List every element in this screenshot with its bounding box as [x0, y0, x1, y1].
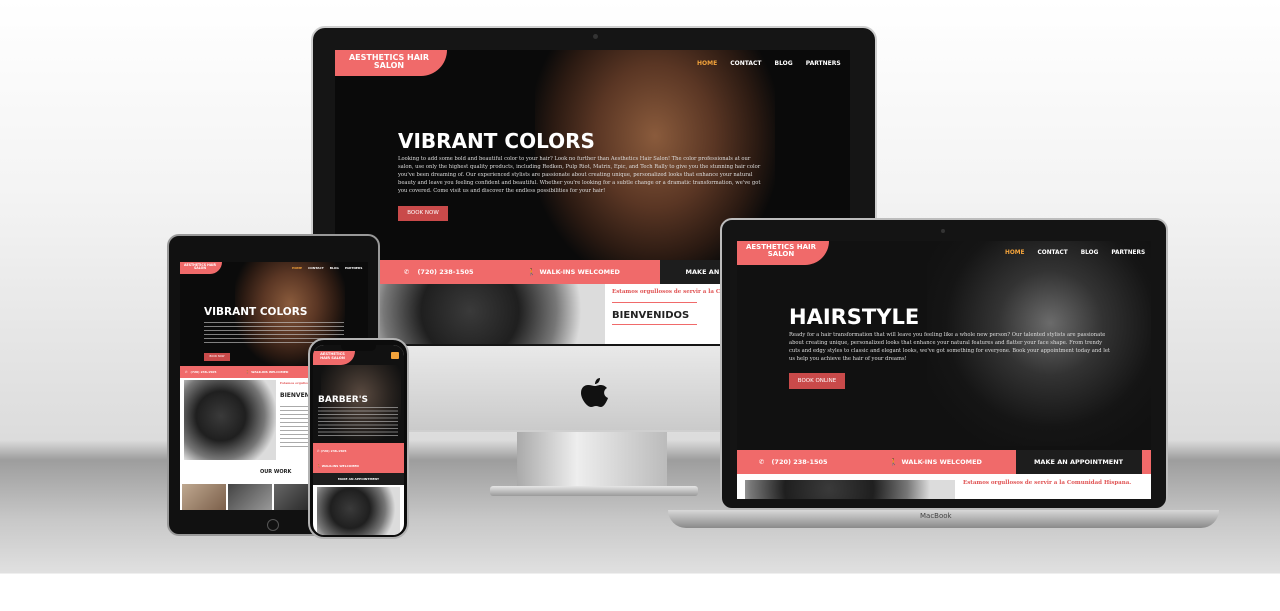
book-now-button[interactable]: BOOK NOW [204, 353, 230, 361]
phone-notch [341, 345, 376, 351]
welcome-divider [612, 302, 697, 303]
nav-partners[interactable]: PARTNERS [806, 60, 841, 67]
walking-person-icon: 🚶 [527, 268, 536, 276]
site-logo[interactable]: AESTHETICS HAIR SALON [335, 50, 447, 76]
nav-contact[interactable]: CONTACT [1038, 250, 1068, 256]
walkins-label: WALK-INS WELCOMED [321, 463, 359, 468]
laptop-camera [941, 229, 945, 233]
phone-icon: ✆ [185, 370, 188, 374]
site-logo[interactable]: AESTHETICS HAIR SALON [180, 262, 222, 274]
welcome-heading: BIENVENIDOS [612, 310, 690, 321]
nav-blog[interactable]: BLOG [775, 60, 793, 67]
nav-home[interactable]: HOME [1005, 250, 1025, 256]
nav-blog[interactable]: BLOG [1081, 250, 1099, 256]
walking-person-icon: 🚶 [245, 370, 250, 374]
welcome-divider-2 [612, 324, 697, 325]
monitor-base [490, 486, 698, 496]
site-logo[interactable]: AESTHETICS HAIR SALON [737, 241, 829, 265]
appointment-button[interactable]: MAKE AN APPOINTMENT [313, 473, 404, 485]
hero-title: VIBRANT COLORS [204, 306, 308, 318]
tablet-home-button [267, 519, 279, 531]
walkins-label: WALK-INS WELCOMED [251, 370, 289, 374]
nav-home[interactable]: HOME [292, 266, 302, 270]
walkins-label: WALK-INS WELCOMED [901, 458, 982, 466]
gallery-image-2[interactable] [228, 484, 272, 510]
phone-icon: ✆ [759, 458, 765, 466]
phone-number[interactable]: (720) 238-1505 [771, 458, 889, 466]
welcome-image [184, 380, 276, 460]
nav-partners[interactable]: PARTNERS [1111, 250, 1145, 256]
hero-title: BARBER'S [318, 395, 368, 405]
our-work-heading: OUR WORK [260, 469, 292, 475]
phone-screen: AESTHETICS HAIR SALON BARBER'S ✆ (720) 2… [313, 345, 404, 535]
phone-number[interactable]: (720) 238-1505 [191, 370, 246, 374]
nav-partners[interactable]: PARTNERS [345, 266, 363, 270]
welcome-image [317, 487, 400, 535]
hamburger-menu-icon[interactable] [391, 352, 399, 359]
gallery-image-1[interactable] [182, 484, 226, 510]
hero-description: Ready for a hair transformation that wil… [789, 332, 1111, 363]
nav-home[interactable]: HOME [697, 60, 717, 67]
walkins-label: WALK-INS WELCOMED [539, 268, 620, 276]
laptop-brand: MacBook [920, 512, 952, 520]
main-nav: HOME CONTACT BLOG PARTNERS [292, 266, 362, 270]
main-nav: HOME CONTACT BLOG PARTNERS [1005, 250, 1145, 256]
book-online-button[interactable]: BOOK ONLINE [789, 373, 845, 389]
main-nav: HOME CONTACT BLOG PARTNERS [697, 60, 841, 67]
welcome-spanish: Estamos orgullosos de servir a la Comu [612, 289, 734, 295]
appointment-button[interactable]: MAKE AN APPOINTMENT [1015, 450, 1142, 474]
book-now-button[interactable]: BOOK NOW [398, 206, 448, 221]
welcome-section: Estamos orgullosos de servir a la Comuni… [737, 474, 1151, 499]
welcome-spanish: Estamos orgullosos de servir a la Comuni… [963, 480, 1132, 486]
hero-description: Looking to add some bold and beautiful c… [398, 156, 761, 195]
hero-description-lines [318, 407, 398, 437]
welcome-image [380, 284, 605, 344]
apple-logo-icon [581, 378, 609, 410]
monitor-camera [593, 34, 598, 39]
phone-number[interactable]: (720) 238-1505 [321, 449, 347, 453]
hero-title: HAIRSTYLE [789, 305, 920, 329]
nav-contact[interactable]: CONTACT [308, 266, 324, 270]
phone-icon: ✆ [404, 268, 410, 276]
welcome-text-lines [280, 406, 310, 450]
phone-row[interactable]: ✆ (720) 238-1505 [317, 449, 346, 453]
phone-number[interactable]: (720) 238-1505 [417, 268, 527, 276]
monitor-stand [517, 432, 667, 488]
walking-person-icon: 🚶 [889, 458, 898, 466]
walkins-row: 🚶 WALK-INS WELCOMED [317, 464, 359, 468]
laptop-screen: AESTHETICS HAIR SALON HOME CONTACT BLOG … [737, 241, 1151, 499]
welcome-image [745, 480, 955, 499]
nav-contact[interactable]: CONTACT [730, 60, 761, 67]
info-strip: ✆ (720) 238-1505 🚶 WALK-INS WELCOMED [313, 443, 404, 473]
hero-title: VIBRANT COLORS [398, 129, 595, 153]
info-strip: ✆ (720) 238-1505 🚶 WALK-INS WELCOMED MAK… [737, 450, 1151, 474]
nav-blog[interactable]: BLOG [330, 266, 339, 270]
